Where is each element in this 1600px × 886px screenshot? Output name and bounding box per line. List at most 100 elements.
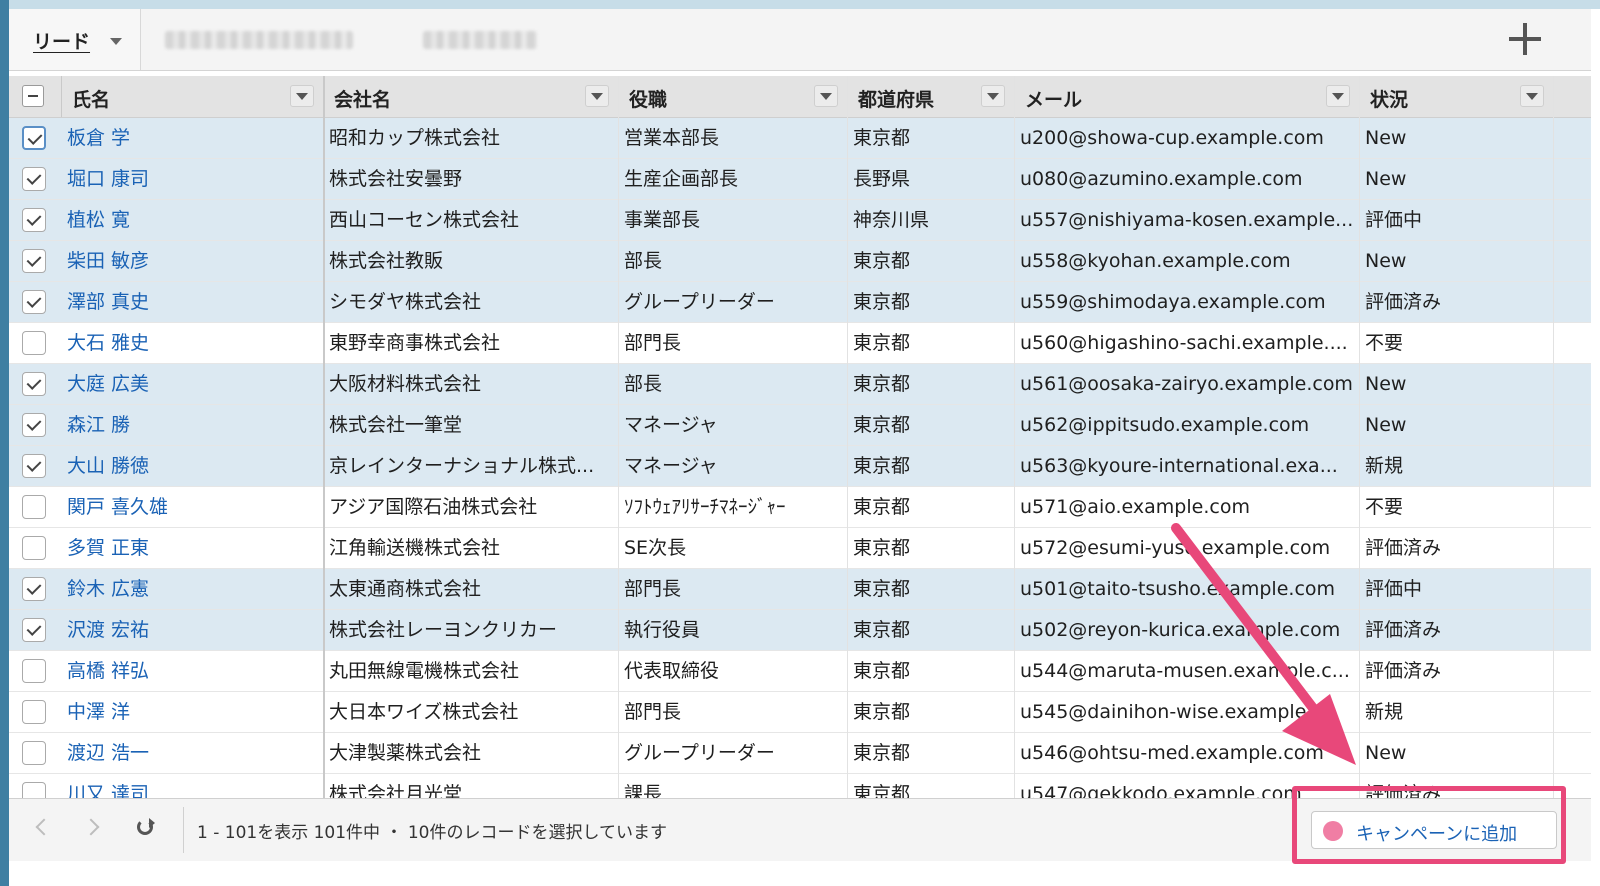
row-checkbox[interactable]: [22, 331, 46, 355]
row-checkbox[interactable]: [22, 249, 46, 273]
lead-name-link[interactable]: 澤部 真史: [62, 282, 324, 322]
cell-title: 事業部長: [624, 209, 701, 231]
row-checkbox[interactable]: [22, 454, 46, 478]
column-header-status[interactable]: 状況: [1360, 76, 1554, 117]
cell-email: u545@dainihon-wise.example....: [1020, 701, 1331, 723]
cell-email: u561@oosaka-zairyo.example.com: [1020, 373, 1353, 395]
cell-pref: 長野県: [853, 168, 911, 190]
table-body: 板倉 学昭和カップ株式会社 営業本部長 東京都 u200@showa-cup.exam…: [9, 118, 1591, 798]
cell-company: 京レインターナショナル株式...: [329, 455, 595, 477]
cell-pref: 東京都: [853, 619, 911, 641]
lead-name-link[interactable]: 中澤 洋: [62, 692, 324, 732]
table-row[interactable]: 多賀 正東 江角輸送機株式会社 SE次長 東京都 u572@esumi-yuso.exa…: [9, 528, 1591, 569]
lead-name-link[interactable]: 多賀 正東: [62, 528, 324, 568]
row-checkbox[interactable]: [22, 167, 46, 191]
select-all-cell[interactable]: [9, 76, 62, 117]
cell-company: 昭和カップ株式会社: [329, 127, 501, 149]
table-row[interactable]: 鈴木 広憲 太東通商株式会社 部門長 東京都 u501@taito-tsusho.exa…: [9, 569, 1591, 610]
lead-name-link[interactable]: 柴田 敏彦: [62, 241, 324, 281]
add-tab-button[interactable]: [1509, 23, 1541, 55]
redacted-tab[interactable]: [165, 31, 353, 49]
lead-name-link[interactable]: 板倉 学: [62, 118, 324, 158]
row-checkbox[interactable]: [22, 577, 46, 601]
table-row[interactable]: 大庭 広美 大阪材料株式会社 部長 東京都 u561@oosaka-zairyo.exa…: [9, 364, 1591, 405]
row-checkbox[interactable]: [22, 413, 46, 437]
select-all-checkbox[interactable]: [22, 85, 44, 107]
row-checkbox[interactable]: [22, 495, 46, 519]
table-row[interactable]: 大山 勝徳 京レインターナショナル株式... マネージャ 東京都 u563@kyoure…: [9, 446, 1591, 487]
lead-name-link[interactable]: 大山 勝徳: [62, 446, 324, 486]
lead-name-link[interactable]: 川又 達司: [62, 774, 324, 798]
row-checkbox[interactable]: [22, 290, 46, 314]
column-header-company[interactable]: 会社名: [324, 76, 619, 117]
tab-leads[interactable]: リード: [9, 9, 141, 70]
table-row[interactable]: 植松 寛西山コーセン株式会社 事業部長 神奈川県 u557@nishiyama-kos…: [9, 200, 1591, 241]
column-divider: [1553, 76, 1554, 798]
column-header-title[interactable]: 役職: [619, 76, 848, 117]
column-menu-button[interactable]: [1326, 85, 1350, 107]
next-page-icon[interactable]: [82, 818, 100, 836]
column-menu-button[interactable]: [585, 85, 609, 107]
column-menu-button[interactable]: [290, 85, 314, 107]
table-row[interactable]: 柴田 敏彦 株式会社教販 部長 東京都 u558@kyohan.example.com N…: [9, 241, 1591, 282]
cell-status: New: [1365, 127, 1407, 149]
row-checkbox[interactable]: [22, 536, 46, 560]
cell-status: New: [1365, 250, 1407, 272]
cell-pref: 東京都: [853, 291, 911, 313]
cell-title: 部門長: [624, 332, 682, 354]
cell-email: u546@ohtsu-med.example.com: [1020, 742, 1324, 764]
chevron-down-icon[interactable]: [110, 38, 122, 45]
table-row[interactable]: 沢渡 宏祐 株式会社レーヨンクリカー 執行役員 東京都 u502@reyon-kuric…: [9, 610, 1591, 651]
table-row[interactable]: 関戸 喜久雄 アジア国際石油株式会社 ｿﾌﾄｳｪｱﾘｻｰﾁﾏﾈｰｼﾞｬｰ 東京都 u57…: [9, 487, 1591, 528]
row-checkbox[interactable]: [22, 659, 46, 683]
column-divider: [847, 76, 848, 798]
cell-email: u501@taito-tsusho.example.com: [1020, 578, 1336, 600]
row-checkbox[interactable]: [22, 126, 46, 150]
cell-pref: 東京都: [853, 660, 911, 682]
column-header-label: 都道府県: [858, 89, 935, 111]
row-checkbox[interactable]: [22, 700, 46, 724]
column-header-prefecture[interactable]: 都道府県: [848, 76, 1015, 117]
column-header-email[interactable]: メール: [1015, 76, 1360, 117]
table-row[interactable]: 渡辺 浩一 大津製薬株式会社 グループリーダー 東京都 u546@ohtsu-med.e…: [9, 733, 1591, 774]
row-checkbox[interactable]: [22, 782, 46, 798]
cell-email: u571@aio.example.com: [1020, 496, 1250, 518]
lead-name-link[interactable]: 堀口 康司: [62, 159, 324, 199]
lead-name-link[interactable]: 植松 寛: [62, 200, 324, 240]
lead-name-link[interactable]: 鈴木 広憲: [62, 569, 324, 609]
table-row[interactable]: 中澤 洋大日本ワイズ株式会社 部門長 東京都 u545@dainihon-wise.e…: [9, 692, 1591, 733]
row-checkbox[interactable]: [22, 618, 46, 642]
table-row[interactable]: 板倉 学昭和カップ株式会社 営業本部長 東京都 u200@showa-cup.exam…: [9, 118, 1591, 159]
column-menu-button[interactable]: [814, 85, 838, 107]
table-row[interactable]: 森江 勝株式会社一筆堂 マネージャ 東京都 u562@ippitsudo.exampl…: [9, 405, 1591, 446]
column-menu-button[interactable]: [981, 85, 1005, 107]
cell-company: 株式会社教販: [329, 250, 444, 272]
row-checkbox[interactable]: [22, 208, 46, 232]
lead-name-link[interactable]: 高橋 祥弘: [62, 651, 324, 691]
cell-title: 執行役員: [624, 619, 701, 641]
lead-name-link[interactable]: 沢渡 宏祐: [62, 610, 324, 650]
cell-title: マネージャ: [624, 414, 718, 436]
refresh-icon[interactable]: [137, 818, 155, 835]
previous-page-icon[interactable]: [35, 818, 53, 836]
column-divider: [323, 76, 325, 798]
column-menu-button[interactable]: [1520, 85, 1544, 107]
redacted-tab[interactable]: [423, 31, 537, 49]
lead-name-link[interactable]: 関戸 喜久雄: [62, 487, 324, 527]
cell-email: u080@azumino.example.com: [1020, 168, 1303, 190]
lead-name-link[interactable]: 森江 勝: [62, 405, 324, 445]
record-count-status: 1 - 101を表示 101件中 ・ 10件のレコードを選択しています: [197, 823, 667, 843]
cell-company: シモダヤ株式会社: [329, 291, 482, 313]
table-row[interactable]: 堀口 康司 株式会社安曇野 生産企画部長 長野県 u080@azumino.exampl…: [9, 159, 1591, 200]
table-row[interactable]: 高橋 祥弘 丸田無線電機株式会社 代表取締役 東京都 u544@maruta-musen…: [9, 651, 1591, 692]
column-header-name[interactable]: 氏名: [62, 76, 324, 117]
table-row[interactable]: 大石 雅史 東野幸商事株式会社 部門長 東京都 u560@higashino-sachi…: [9, 323, 1591, 364]
lead-name-link[interactable]: 渡辺 浩一: [62, 733, 324, 773]
cell-company: 江角輸送機株式会社: [329, 537, 501, 559]
table-row[interactable]: 澤部 真史 シモダヤ株式会社 グループリーダー 東京都 u559@shimodaya.e…: [9, 282, 1591, 323]
lead-name-link[interactable]: 大石 雅史: [62, 323, 324, 363]
row-checkbox[interactable]: [22, 372, 46, 396]
cell-pref: 東京都: [853, 496, 911, 518]
lead-name-link[interactable]: 大庭 広美: [62, 364, 324, 404]
row-checkbox[interactable]: [22, 741, 46, 765]
